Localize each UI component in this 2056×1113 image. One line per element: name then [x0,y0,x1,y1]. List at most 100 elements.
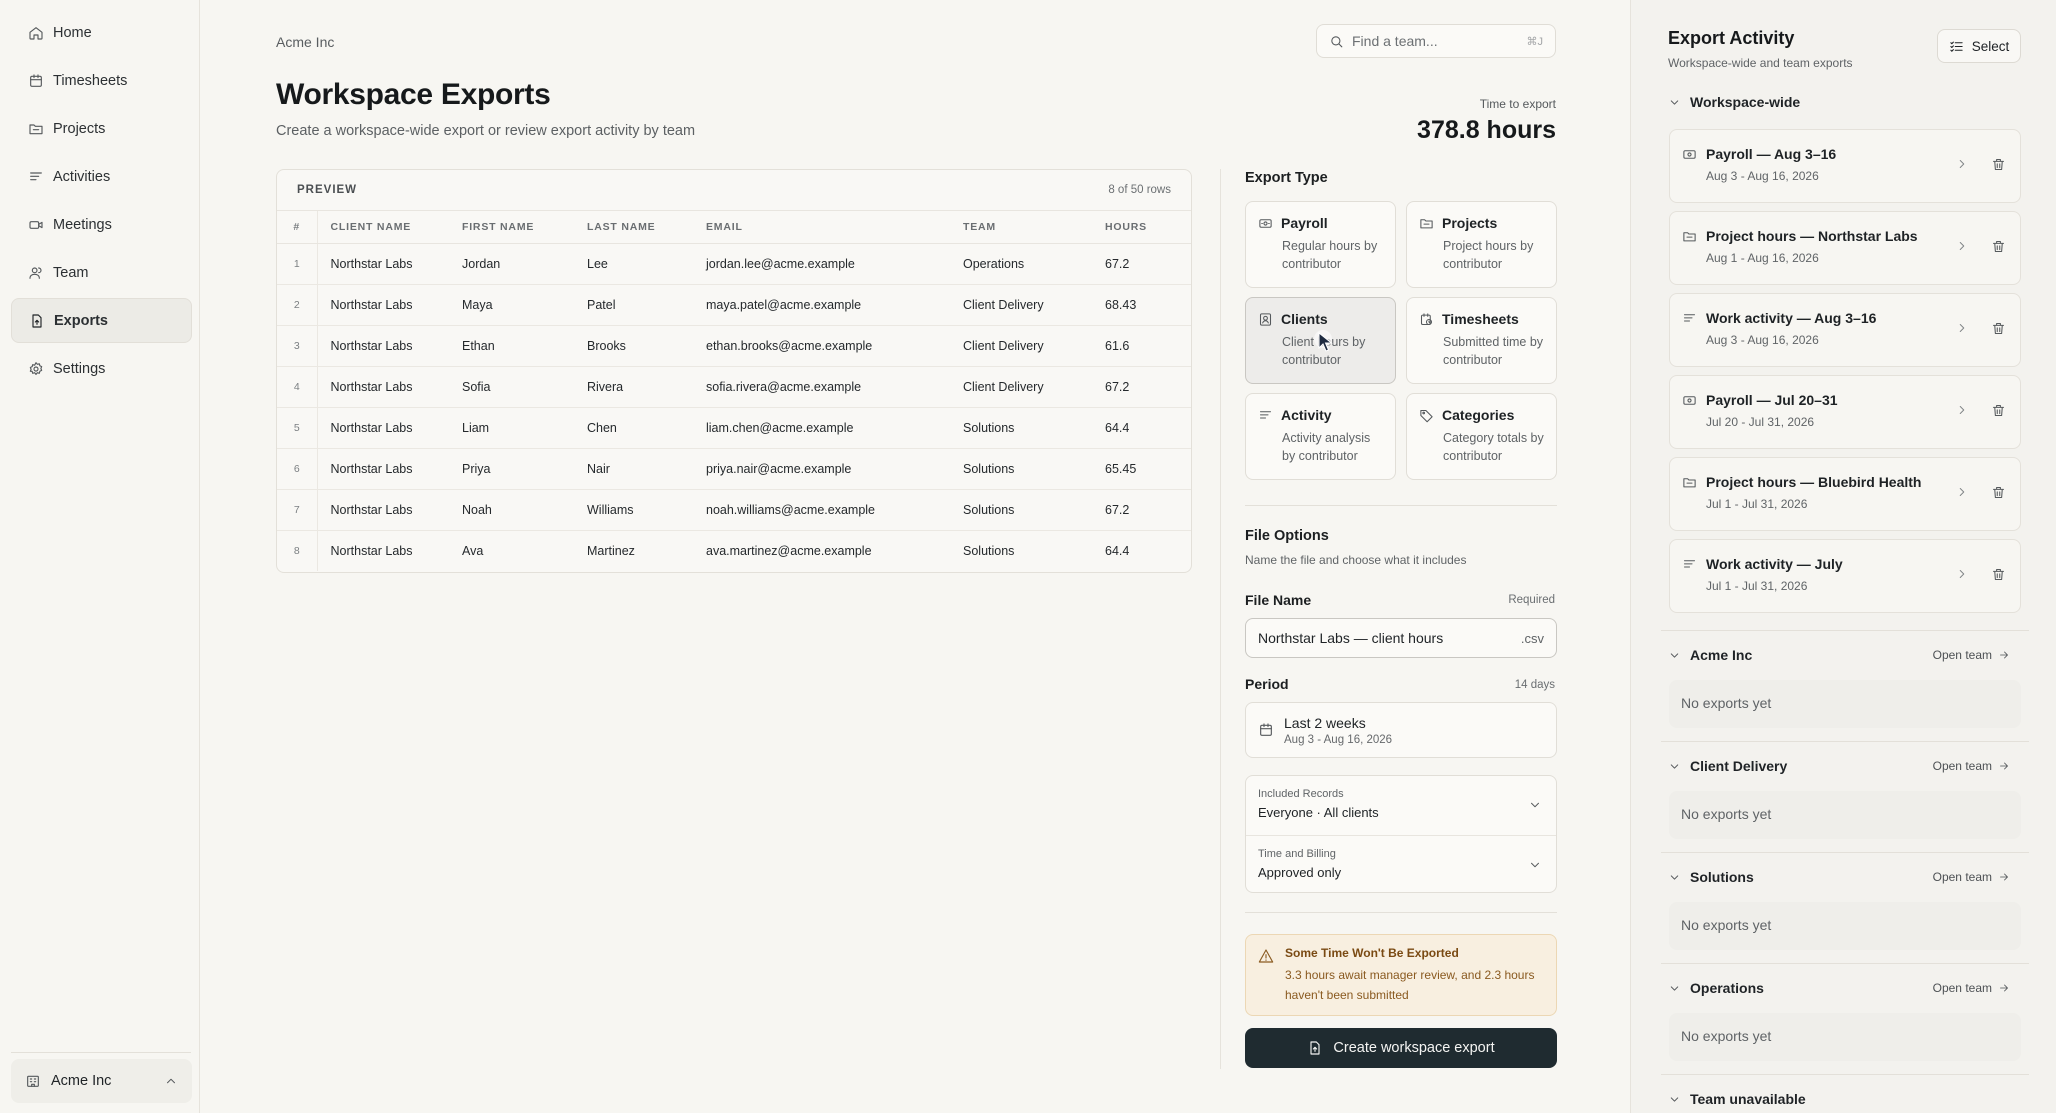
sidebar-item-meetings[interactable]: Meetings [11,202,192,247]
group-title: Workspace-wide [1690,94,1801,110]
create-export-label: Create workspace export [1333,1040,1495,1056]
breadcrumb[interactable]: Acme Inc [276,34,334,50]
file-name-field[interactable]: Northstar Labs — client hours .csv [1245,618,1557,658]
sidebar-item-team[interactable]: Team [11,250,192,295]
chevron-right-icon[interactable] [1955,239,1969,253]
divider [1661,852,2029,853]
workspace-switcher[interactable]: Acme Inc [11,1059,192,1103]
activity-subtitle: Workspace-wide and team exports [1668,56,1853,70]
warning-title: Some Time Won't Be Exported [1285,946,1459,960]
time-billing-select[interactable]: Time and Billing Approved only [1246,835,1556,894]
arrow-right-icon [2000,651,2008,659]
table-body: 1 Northstar Labs Jordan Lee jordan.lee@acme.… [277,243,1191,571]
export-item[interactable]: Project hours — Bluebird Health Jul 1 - … [1669,457,2021,531]
included-records-select[interactable]: Included Records Everyone · All clients [1246,776,1556,835]
group-workspace-wide[interactable]: Workspace-wide [1668,94,1800,110]
file-name-input[interactable]: Northstar Labs — client hours [1258,630,1443,646]
table-cell: Client Delivery [963,366,1105,408]
table-cell: Ethan [462,325,587,367]
export-item[interactable]: Work activity — July Jul 1 - Jul 31, 202… [1669,539,2021,613]
export-item[interactable]: Project hours — Northstar Labs Aug 1 - A… [1669,211,2021,285]
sidebar-item-label: Projects [53,120,106,137]
chevron-down-icon [1670,1096,1679,1102]
group-team[interactable]: Operations [1668,980,1764,996]
table-cell: 3 [277,325,318,367]
checklist-icon [1950,41,1963,52]
export-item[interactable]: Payroll — Jul 20–31 Jul 20 - Jul 31, 202… [1669,375,2021,449]
export-name: Project hours — Northstar Labs [1706,228,1918,244]
group-team[interactable]: Acme Inc [1668,647,1752,663]
sidebar-item-activities[interactable]: Activities [11,154,192,199]
export-type-projects[interactable]: Projects Project hours by contributor [1406,201,1557,288]
sidebar-item-home[interactable]: Home [11,10,192,55]
folder-icon [1683,477,1696,487]
table-cell: 64.4 [1105,543,1130,558]
sidebar-item-projects[interactable]: Projects [11,106,192,151]
table-cell: Northstar Labs [317,448,462,490]
chevron-right-icon[interactable] [1955,485,1969,499]
export-item[interactable]: Work activity — Aug 3–16 Aug 3 - Aug 16,… [1669,293,2021,367]
preview-header: PREVIEW 8 of 50 rows [277,170,1191,211]
table-cell: 67.2 [1105,243,1191,285]
table-cell: 6 [277,448,318,490]
export-name: Work activity — Aug 3–16 [1706,310,1877,326]
table-cell: 5 [277,407,318,449]
select-button[interactable]: Select [1937,29,2021,63]
group-team[interactable]: Client Delivery [1668,758,1787,774]
page-subtitle: Create a workspace-wide export or review… [276,123,696,139]
table-cell: Sofia [462,366,587,408]
period-picker[interactable]: Last 2 weeks Aug 3 - Aug 16, 2026 [1245,702,1557,758]
tag-icon [1420,409,1433,422]
export-file-icon [1310,1041,1320,1055]
open-team-link[interactable]: Open team [1933,870,2010,884]
table-row: 4 Northstar Labs Sofia Rivera sofia.rivera@a… [277,366,1191,408]
open-team-link[interactable]: Open team [1933,981,2010,995]
table-cell: ethan.brooks@acme.example [706,325,963,367]
export-name: Work activity — July [1706,556,1843,572]
open-team-link[interactable]: Open team [1933,759,2010,773]
sidebar-item-settings[interactable]: Settings [11,346,192,391]
divider [1661,963,2029,964]
chevron-right-icon[interactable] [1955,403,1969,417]
group-team[interactable]: Solutions [1668,869,1754,885]
file-options-subtitle: Name the file and choose what it include… [1245,553,1467,567]
table-row: 6 Northstar Labs Priya Nair priya.nair@acme.… [277,448,1191,490]
trash-icon[interactable] [1991,403,2006,418]
export-type-payroll[interactable]: Payroll Regular hours by contributor [1245,201,1396,288]
trash-icon[interactable] [1991,567,2006,582]
export-type-categories[interactable]: Categories Category totals by contributo… [1406,393,1557,480]
time-to-export-value: 378.8 hours [1417,116,1556,144]
export-type-activity[interactable]: Activity Activity analysis by contributo… [1245,393,1396,480]
chevron-right-icon[interactable] [1955,321,1969,335]
table-cell: maya.patel@acme.example [706,284,963,326]
sidebar-nav: Home Timesheets Projects Activities Meet… [11,10,192,394]
table-cell: Rivera [587,366,706,408]
sidebar-item-timesheets[interactable]: Timesheets [11,58,192,103]
table-row: 7 Northstar Labs Noah Williams noah.williams… [277,489,1191,531]
chevron-right-icon[interactable] [1955,567,1969,581]
group-team-unavailable[interactable]: Team unavailable [1668,1091,1806,1107]
export-type-timesheets[interactable]: Timesheets Submitted time by contributor [1406,297,1557,384]
period-range: Aug 3 - Aug 16, 2026 [1284,733,1393,746]
empty-state: No exports yet [1669,1013,2021,1061]
create-export-button[interactable]: Create workspace export [1245,1028,1557,1068]
export-activity-panel: Export Activity Workspace-wide and team … [1630,0,2056,1113]
chevron-right-icon[interactable] [1955,157,1969,171]
sidebar-item-exports[interactable]: Exports [11,298,192,343]
list-icon [1683,313,1696,322]
table-cell: Solutions [963,543,1015,558]
export-item[interactable]: Payroll — Aug 3–16 Aug 3 - Aug 16, 2026 [1669,129,2021,203]
export-name: Payroll — Aug 3–16 [1706,146,1837,162]
open-team-link[interactable]: Open team [1933,648,2010,662]
trash-icon[interactable] [1991,485,2006,500]
trash-icon[interactable] [1991,157,2006,172]
table-cell: Brooks [587,325,706,367]
team-search[interactable]: Find a team... ⌘J [1316,24,1556,58]
group-title: Acme Inc [1690,647,1753,663]
search-input[interactable]: Find a team... [1352,33,1438,49]
group-title: Team unavailable [1690,1091,1806,1107]
table-row: 8 Northstar Labs Ava Martinez ava.martinez@a… [277,530,1191,571]
table-row: 3 Northstar Labs Ethan Brooks ethan.brooks@a… [277,325,1191,367]
trash-icon[interactable] [1991,321,2006,336]
trash-icon[interactable] [1991,239,2006,254]
